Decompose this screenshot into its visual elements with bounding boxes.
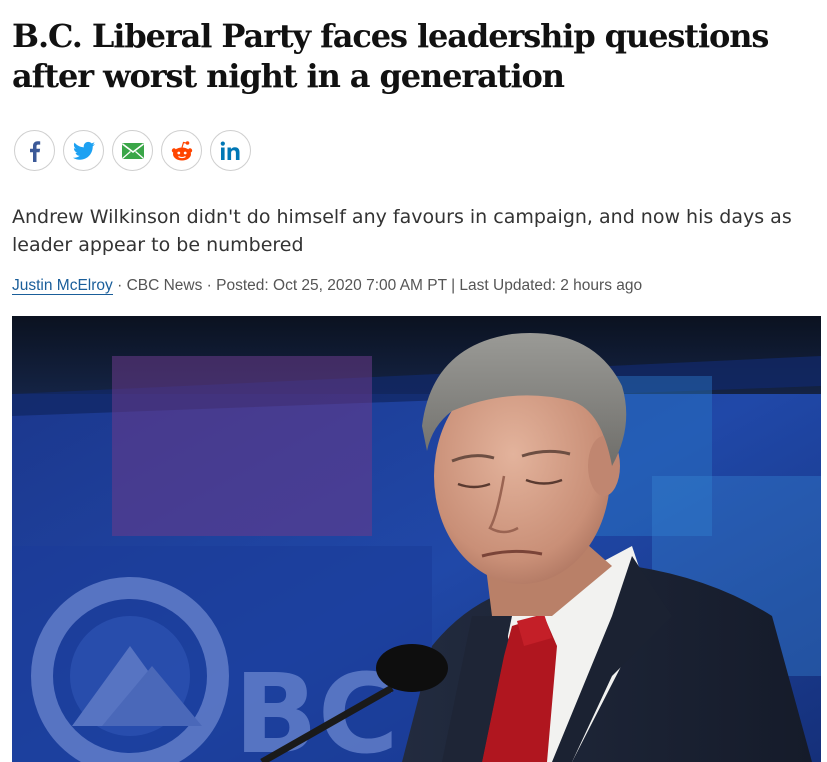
byline-separator: |	[446, 277, 460, 294]
byline-posted: Posted: Oct 25, 2020 7:00 AM PT	[216, 277, 447, 294]
article-headline: B.C. Liberal Party faces leadership ques…	[12, 17, 769, 95]
share-reddit-button[interactable]	[161, 130, 202, 171]
lead-photo: BC L	[12, 316, 821, 762]
byline-separator: ·	[202, 277, 217, 294]
facebook-icon	[29, 140, 40, 162]
twitter-icon	[72, 141, 95, 160]
byline-separator: ·	[112, 277, 127, 294]
byline-updated: Last Updated: 2 hours ago	[459, 277, 643, 294]
share-buttons	[14, 130, 251, 172]
byline-source: CBC News	[126, 277, 203, 294]
linkedin-icon	[220, 141, 239, 160]
email-icon	[121, 142, 144, 159]
author-link[interactable]: Justin McElroy	[12, 277, 113, 295]
share-facebook-button[interactable]	[14, 130, 55, 171]
article-deck: Andrew Wilkinson didn't do himself any f…	[12, 206, 792, 256]
share-linkedin-button[interactable]	[210, 130, 251, 171]
article-page: B.C. Liberal Party faces leadership ques…	[0, 0, 827, 762]
share-email-button[interactable]	[112, 130, 153, 171]
reddit-icon	[171, 140, 192, 160]
lead-photo-image: BC L	[12, 316, 821, 762]
byline: Justin McElroy · CBC News · Posted: Oct …	[12, 277, 642, 295]
share-twitter-button[interactable]	[63, 130, 104, 171]
